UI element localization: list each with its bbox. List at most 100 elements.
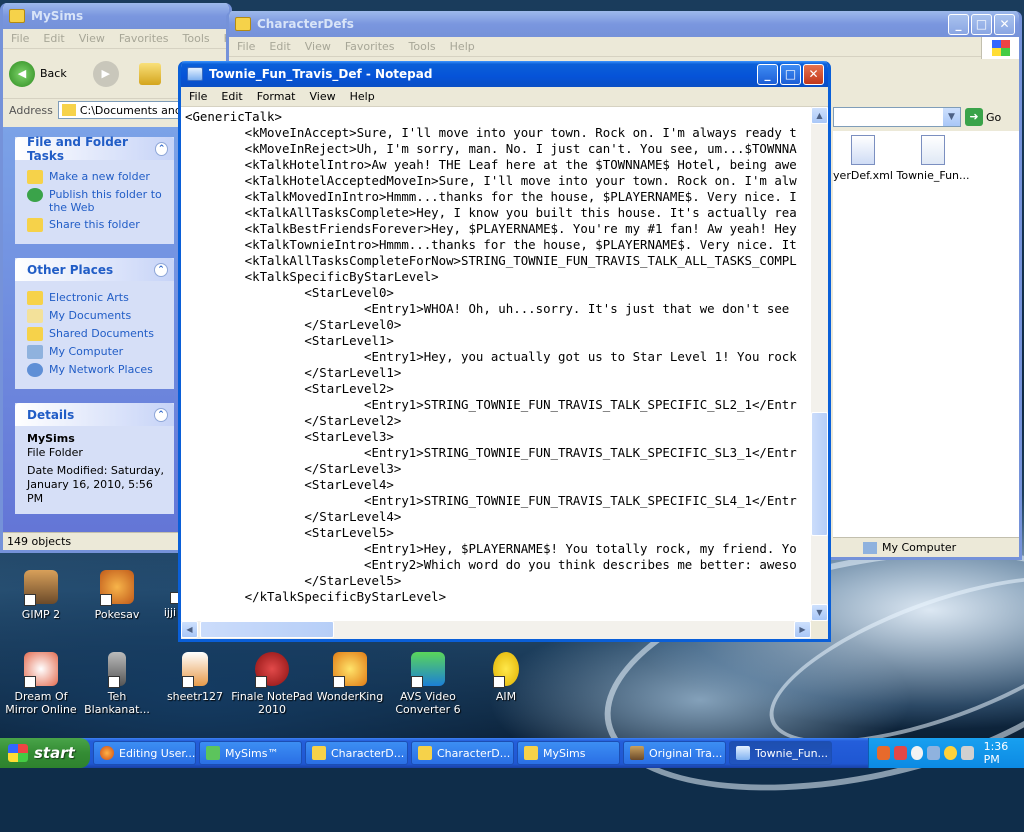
taskbar-item[interactable]: CharacterD...	[305, 741, 408, 765]
horizontal-scroll-thumb[interactable]	[200, 621, 334, 638]
forward-button[interactable]: ▶	[92, 60, 119, 87]
menu-view[interactable]: View	[305, 40, 331, 53]
menu-favorites[interactable]: Favorites	[345, 40, 395, 53]
volume-icon[interactable]	[960, 746, 974, 760]
text-line: <StarLevel0>	[185, 285, 394, 300]
chevron-down-icon[interactable]: ▼	[943, 108, 960, 126]
ea-icon[interactable]	[910, 746, 924, 760]
address-dropdown[interactable]: ▼	[833, 107, 961, 127]
file-item[interactable]: Townie_Fun...	[893, 135, 973, 182]
details-header[interactable]: Details ⌃	[15, 403, 174, 426]
taskbar-item[interactable]: Original Tra...	[623, 741, 726, 765]
other-places-header[interactable]: Other Places ⌃	[15, 258, 174, 281]
place-electronic-arts[interactable]: Electronic Arts	[27, 291, 166, 305]
panel-title: Details	[27, 407, 75, 422]
place-my-network[interactable]: My Network Places	[27, 363, 166, 377]
scroll-left-button[interactable]: ◀	[181, 621, 198, 638]
place-shared-documents[interactable]: Shared Documents	[27, 327, 166, 341]
notepad-window[interactable]: Townie_Fun_Travis_Def - Notepad _ □ ✕ Fi…	[178, 61, 831, 642]
firefox-icon	[100, 746, 114, 760]
mysims-titlebar[interactable]: MySims	[3, 3, 229, 29]
close-button[interactable]: ✕	[803, 64, 824, 85]
make-new-folder-link[interactable]: Make a new folder	[27, 170, 166, 184]
desktop-icon-wonderking[interactable]: WonderKing	[309, 652, 391, 703]
address-label: Address	[9, 103, 53, 117]
notepad-titlebar[interactable]: Townie_Fun_Travis_Def - Notepad _ □ ✕	[181, 61, 828, 87]
desktop-icon-teh-blankanat[interactable]: Teh Blankanat...	[76, 652, 158, 716]
status-zone: My Computer	[882, 541, 957, 554]
go-button[interactable]: ➜ Go	[965, 108, 1001, 126]
text-line: </StarLevel0>	[185, 317, 402, 332]
desktop-icon-gimp[interactable]: GIMP 2	[0, 570, 82, 621]
resize-grip[interactable]	[811, 621, 828, 639]
minimize-button[interactable]: _	[948, 14, 969, 35]
maximize-button[interactable]: □	[971, 14, 992, 35]
text-line: <kTalkTownieIntro>Hmmm...thanks for the …	[185, 237, 797, 252]
file-folder-tasks-header[interactable]: File and Folder Tasks ⌃	[15, 135, 174, 163]
text-line: <Entry1>WHOA! Oh, uh...sorry. It's just …	[185, 301, 790, 316]
menu-edit[interactable]: Edit	[221, 90, 242, 103]
status-text: 149 objects	[7, 535, 72, 548]
aim-icon	[493, 652, 519, 688]
close-button[interactable]: ✕	[994, 14, 1015, 35]
menu-tools[interactable]: Tools	[409, 40, 436, 53]
up-folder-icon[interactable]	[138, 62, 161, 85]
vertical-scroll-thumb[interactable]	[811, 412, 828, 536]
publish-folder-link[interactable]: Publish this folder to the Web	[27, 188, 166, 214]
desktop-icon-finale-notepad[interactable]: Finale NotePad 2010	[231, 652, 313, 716]
collapse-chevron-icon[interactable]: ⌃	[154, 407, 168, 422]
menu-format[interactable]: Format	[257, 90, 296, 103]
place-my-computer[interactable]: My Computer	[27, 345, 166, 359]
share-folder-link[interactable]: Share this folder	[27, 218, 166, 232]
place-my-documents[interactable]: My Documents	[27, 309, 166, 323]
scroll-up-button[interactable]: ▲	[811, 107, 828, 124]
menu-view[interactable]: View	[79, 32, 105, 45]
minimize-button[interactable]: _	[757, 64, 778, 85]
menu-help[interactable]: Help	[450, 40, 475, 53]
system-tray: 1:36 PM	[868, 738, 1024, 768]
menu-edit[interactable]: Edit	[43, 32, 64, 45]
file-item[interactable]: yerDef.xml	[833, 135, 893, 182]
horizontal-scrollbar[interactable]: ◀ ▶	[181, 621, 811, 639]
maximize-button[interactable]: □	[780, 64, 801, 85]
menu-edit[interactable]: Edit	[269, 40, 290, 53]
xml-file-icon	[851, 135, 875, 165]
desktop-icon-label: ijji	[163, 606, 177, 619]
desktop-icon-avs-video[interactable]: AVS Video Converter 6	[387, 652, 469, 716]
back-button[interactable]: ◀ Back	[9, 60, 67, 87]
menu-file[interactable]: File	[237, 40, 255, 53]
taskbar-item-active[interactable]: Townie_Fun...	[729, 741, 832, 765]
menu-file[interactable]: File	[11, 32, 29, 45]
aim-tray-icon[interactable]	[944, 746, 957, 760]
folder-icon	[235, 17, 251, 31]
taskbar-item[interactable]: Editing User...	[93, 741, 196, 765]
text-line: </StarLevel2>	[185, 413, 402, 428]
menu-help[interactable]: Help	[350, 90, 375, 103]
taskbar-item[interactable]: MySims™	[199, 741, 302, 765]
desktop-icon-label: WonderKing	[316, 690, 384, 703]
tray-warning-icon[interactable]	[893, 746, 907, 760]
network-icon[interactable]	[927, 746, 941, 760]
taskbar-item[interactable]: CharacterD...	[411, 741, 514, 765]
text-line: <kMoveInReject>Uh, I'm sorry, man. No. I…	[185, 141, 797, 156]
desktop-icon-aim[interactable]: AIM	[465, 652, 547, 703]
link-label: Make a new folder	[49, 170, 150, 183]
notepad-text-area[interactable]: <GenericTalk> <kMoveInAccept>Sure, I'll …	[181, 107, 811, 621]
menu-tools[interactable]: Tools	[183, 32, 210, 45]
collapse-chevron-icon[interactable]: ⌃	[154, 262, 168, 277]
text-line: <StarLevel1>	[185, 333, 394, 348]
menu-view[interactable]: View	[310, 90, 336, 103]
mysims-app-icon	[206, 746, 220, 760]
characterdefs-titlebar[interactable]: CharacterDefs _ □ ✕	[229, 11, 1019, 37]
scroll-right-button[interactable]: ▶	[794, 621, 811, 638]
vertical-scrollbar[interactable]: ▲ ▼	[811, 107, 828, 621]
start-button[interactable]: start	[0, 738, 90, 768]
desktop-icon-dream-of-mirror[interactable]: Dream Of Mirror Online	[0, 652, 82, 716]
menu-favorites[interactable]: Favorites	[119, 32, 169, 45]
tray-app-icon[interactable]	[877, 746, 890, 760]
menu-file[interactable]: File	[189, 90, 207, 103]
scroll-down-button[interactable]: ▼	[811, 604, 828, 621]
taskbar-item[interactable]: MySims	[517, 741, 620, 765]
collapse-chevron-icon[interactable]: ⌃	[155, 141, 168, 156]
desktop-icon-sheetr127[interactable]: sheetr127	[154, 652, 236, 703]
